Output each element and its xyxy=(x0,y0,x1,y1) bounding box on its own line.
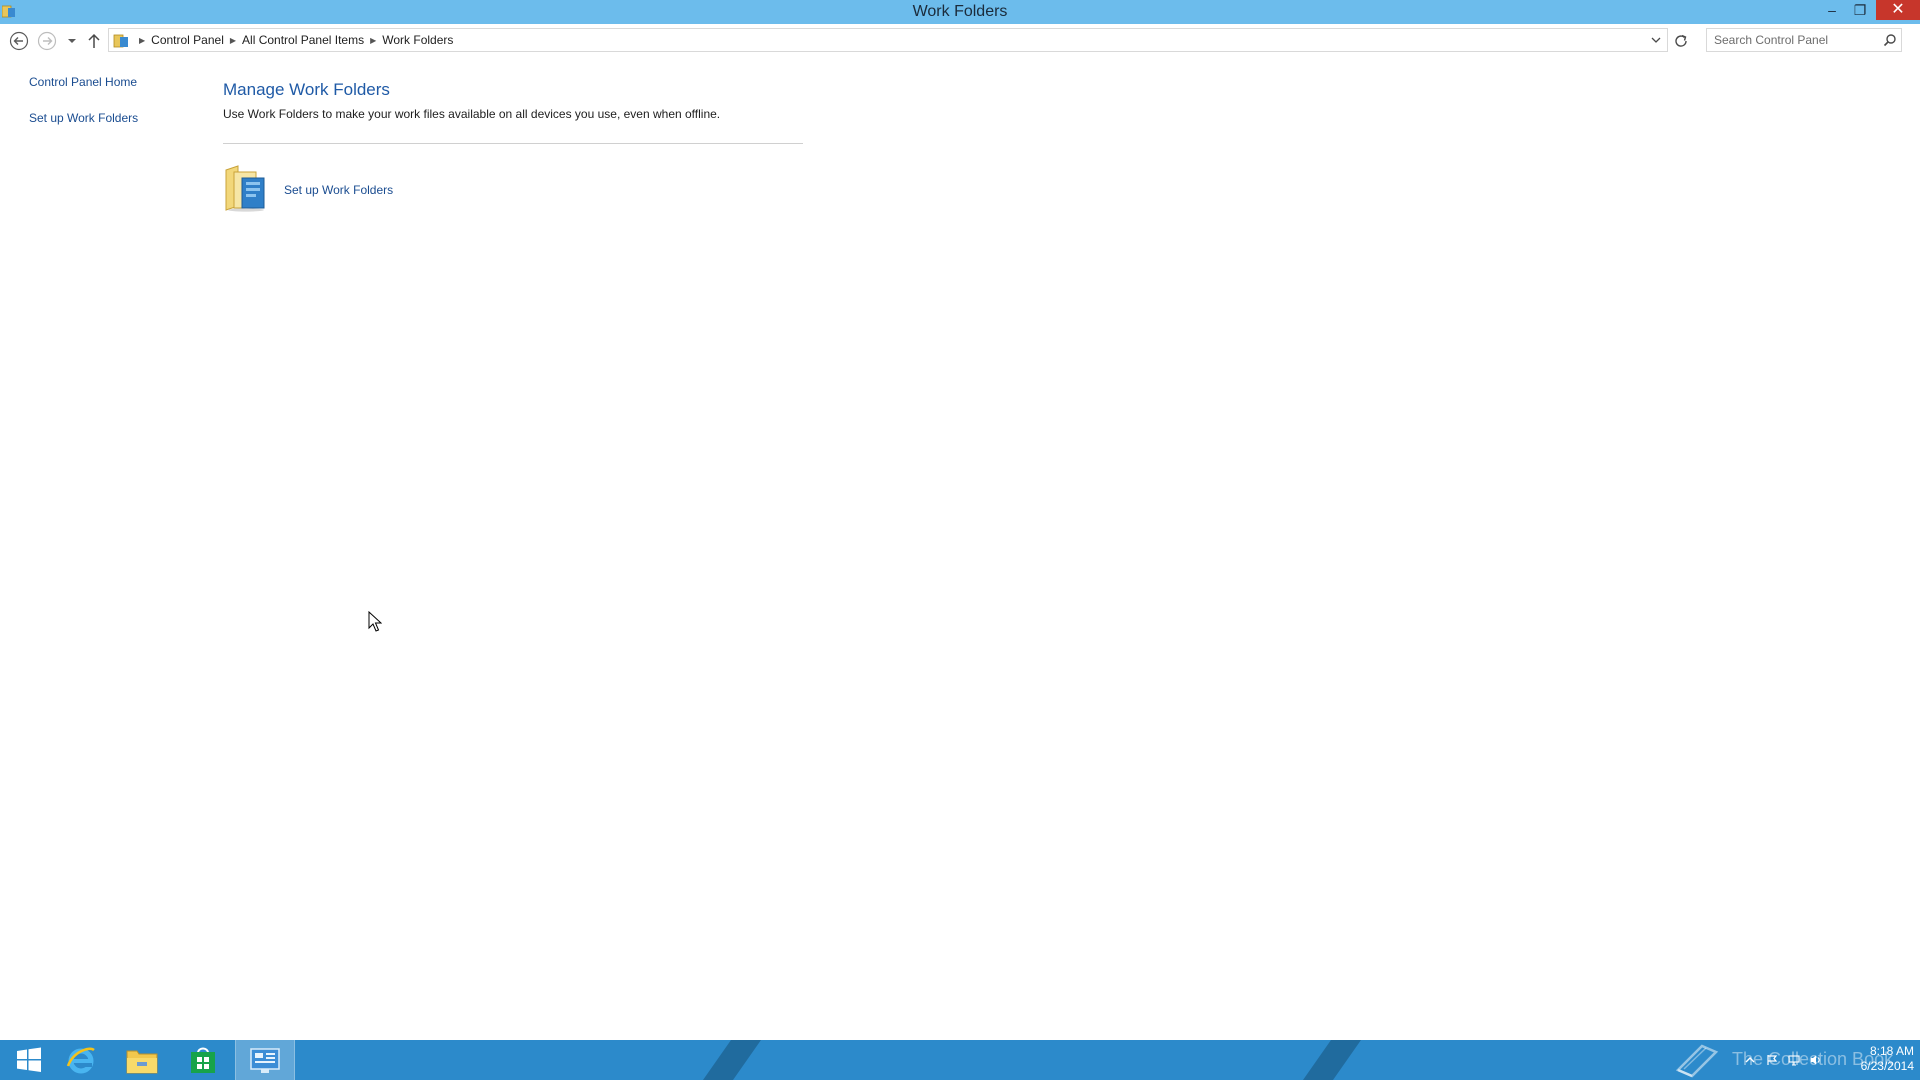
taskbar-internet-explorer[interactable] xyxy=(52,1040,110,1080)
store-icon xyxy=(191,1047,215,1073)
file-explorer-icon xyxy=(126,1050,158,1074)
book-logo-icon xyxy=(1675,1044,1719,1078)
background-stripe xyxy=(688,1040,762,1080)
breadcrumb-separator-icon[interactable]: ▶ xyxy=(230,36,236,45)
clock[interactable]: 8:18 AM 6/23/2014 xyxy=(1840,1044,1914,1074)
sidebar-setup-work-folders-link[interactable]: Set up Work Folders xyxy=(29,111,138,125)
taskbar xyxy=(0,1040,1920,1080)
breadcrumb-work-folders[interactable]: Work Folders xyxy=(382,33,453,47)
control-panel-icon xyxy=(250,1048,280,1073)
breadcrumb-separator-icon[interactable]: ▶ xyxy=(139,36,145,45)
taskbar-file-explorer[interactable] xyxy=(113,1040,171,1080)
forward-arrow-icon xyxy=(37,31,57,51)
address-dropdown-icon[interactable] xyxy=(1649,33,1663,47)
restore-button[interactable]: ❐ xyxy=(1846,0,1874,20)
setup-work-folders-link[interactable]: Set up Work Folders xyxy=(284,183,393,197)
work-folders-icon[interactable] xyxy=(224,164,268,212)
network-icon[interactable] xyxy=(1788,1053,1800,1066)
up-arrow-icon xyxy=(88,33,100,48)
show-hidden-icons-icon[interactable] xyxy=(1744,1053,1756,1065)
mouse-cursor-icon xyxy=(368,611,382,632)
volume-icon[interactable] xyxy=(1810,1053,1822,1065)
search-icon[interactable] xyxy=(1883,33,1897,47)
control-panel-icon xyxy=(113,34,128,48)
search-placeholder: Search Control Panel xyxy=(1714,33,1829,47)
clock-date: 6/23/2014 xyxy=(1860,1059,1914,1073)
start-button[interactable] xyxy=(0,1040,58,1080)
breadcrumb-all-items[interactable]: All Control Panel Items xyxy=(242,33,364,47)
refresh-icon[interactable] xyxy=(1672,32,1690,50)
recent-locations-button[interactable] xyxy=(62,30,82,52)
taskbar-control-panel[interactable] xyxy=(235,1040,295,1080)
title-bar: Work Folders – ❐ ✕ xyxy=(0,0,1920,24)
breadcrumb-control-panel[interactable]: Control Panel xyxy=(151,33,224,47)
back-arrow-icon xyxy=(9,31,29,51)
page-title: Manage Work Folders xyxy=(223,80,390,99)
breadcrumb-separator-icon[interactable]: ▶ xyxy=(370,36,376,45)
internet-explorer-icon xyxy=(66,1047,95,1074)
up-button[interactable] xyxy=(84,30,104,52)
close-button[interactable]: ✕ xyxy=(1876,0,1920,20)
address-bar[interactable]: ▶ Control Panel ▶ All Control Panel Item… xyxy=(108,28,1668,52)
back-button[interactable] xyxy=(8,30,30,52)
forward-button[interactable] xyxy=(36,30,58,52)
breadcrumb: ▶ Control Panel ▶ All Control Panel Item… xyxy=(133,29,453,51)
navigation-bar: ▶ Control Panel ▶ All Control Panel Item… xyxy=(0,24,1920,56)
window-title: Work Folders xyxy=(912,3,1008,20)
windows-logo-icon xyxy=(17,1047,41,1072)
taskbar-store[interactable] xyxy=(174,1040,232,1080)
system-tray xyxy=(1744,1053,1822,1066)
clock-time: 8:18 AM xyxy=(1869,1044,1914,1058)
action-center-flag-icon[interactable] xyxy=(1766,1053,1778,1065)
control-panel-home-link[interactable]: Control Panel Home xyxy=(29,75,137,89)
divider xyxy=(223,143,803,144)
page-description: Use Work Folders to make your work files… xyxy=(223,107,721,121)
search-input[interactable]: Search Control Panel xyxy=(1706,28,1902,52)
background-stripe xyxy=(1288,1040,1362,1080)
minimize-button[interactable]: – xyxy=(1818,0,1846,20)
chevron-down-icon xyxy=(68,39,76,43)
